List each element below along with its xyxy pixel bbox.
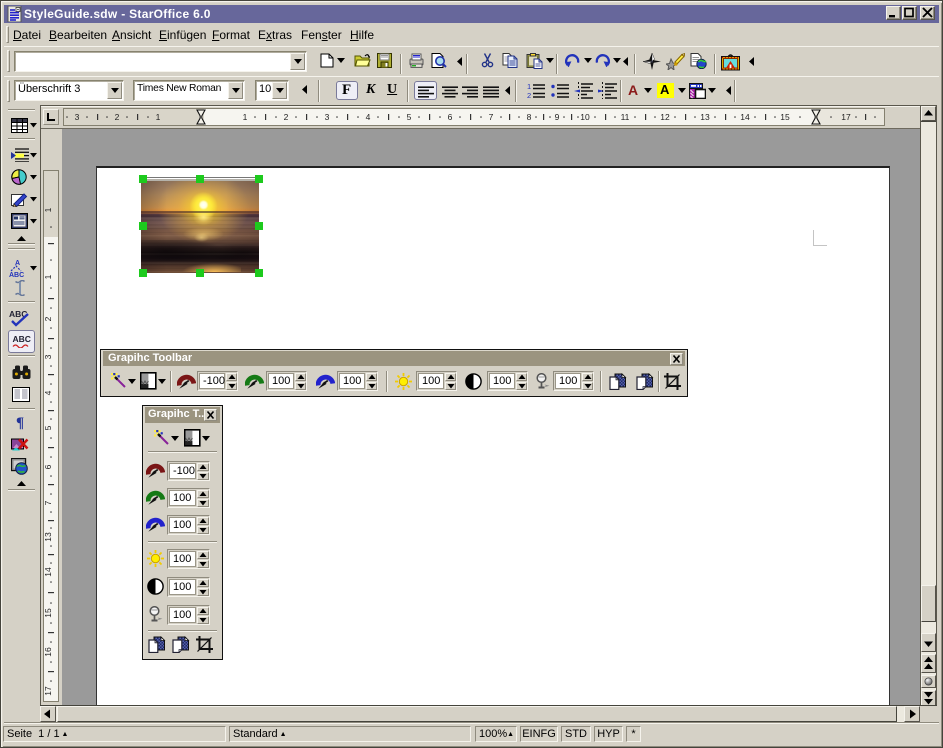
svg-text:9: 9: [555, 112, 560, 122]
svg-text:7: 7: [43, 500, 53, 505]
svg-text:1: 1: [527, 82, 531, 91]
svg-text:5: 5: [407, 112, 412, 122]
svg-text:16: 16: [43, 647, 53, 657]
svg-text:11: 11: [621, 112, 630, 122]
svg-text:13: 13: [43, 532, 53, 542]
svg-text:14: 14: [740, 112, 750, 122]
svg-text:3: 3: [325, 112, 330, 122]
svg-text:6: 6: [43, 464, 53, 469]
svg-text:14: 14: [43, 567, 53, 577]
svg-text:3: 3: [75, 112, 80, 122]
svg-text:10: 10: [580, 112, 590, 122]
svg-text:3: 3: [43, 354, 53, 359]
svg-text:8: 8: [527, 112, 532, 122]
svg-text:1: 1: [156, 112, 161, 122]
svg-text:1: 1: [43, 207, 53, 212]
svg-text:4: 4: [366, 112, 371, 122]
svg-text:12: 12: [660, 112, 670, 122]
svg-text:5: 5: [43, 425, 53, 430]
svg-text:2: 2: [43, 316, 53, 321]
svg-text:2: 2: [284, 112, 289, 122]
svg-text:4: 4: [43, 390, 53, 395]
svg-text:1: 1: [243, 112, 248, 122]
svg-text:13: 13: [700, 112, 710, 122]
svg-text:1: 1: [43, 274, 53, 279]
svg-text:7: 7: [489, 112, 494, 122]
svg-text:2: 2: [527, 91, 531, 99]
svg-text:17: 17: [43, 686, 53, 696]
svg-text:17: 17: [841, 112, 851, 122]
svg-text:2: 2: [115, 112, 120, 122]
svg-text:15: 15: [780, 112, 790, 122]
svg-text:6: 6: [448, 112, 453, 122]
svg-text:15: 15: [43, 608, 53, 618]
svg-text:ABC: ABC: [13, 334, 31, 344]
svg-text:ABC: ABC: [9, 272, 24, 278]
